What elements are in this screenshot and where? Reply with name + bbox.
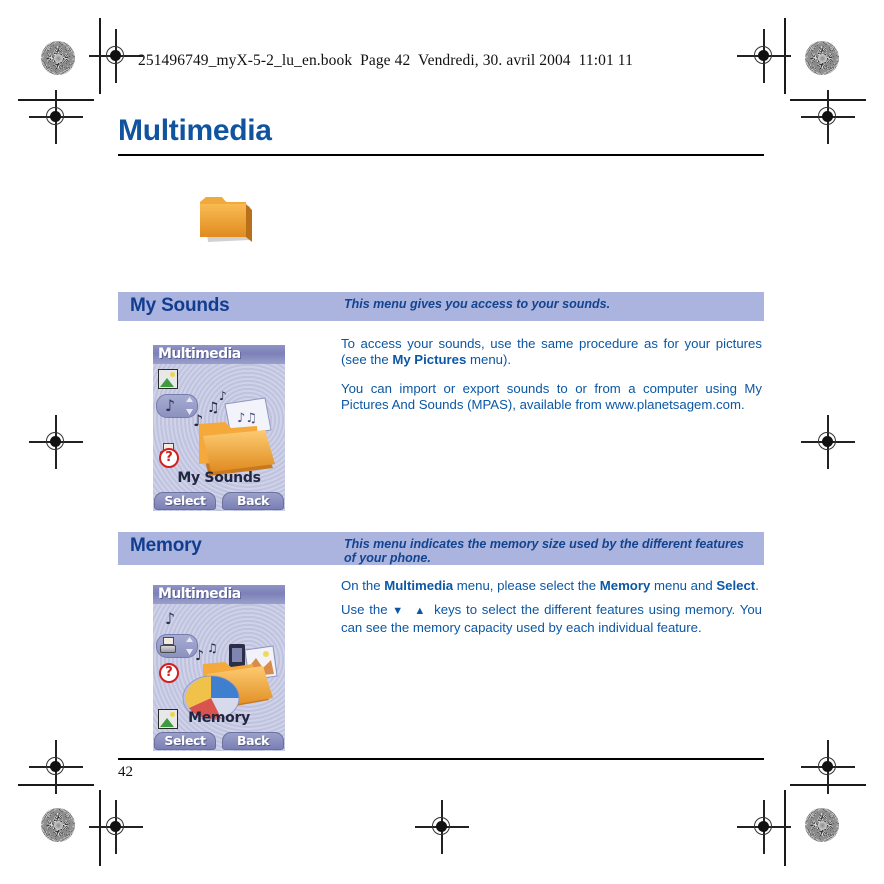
color-rosette-icon bbox=[41, 808, 75, 842]
paragraph: To access your sounds, use the same proc… bbox=[341, 336, 762, 369]
registration-target-icon bbox=[801, 415, 855, 469]
section-header-my-sounds: My Sounds This menu gives you access to … bbox=[118, 292, 764, 321]
printer-icon bbox=[159, 637, 179, 657]
phone-icon-rail: ♪ ? bbox=[156, 607, 200, 729]
text-run: You can import or export sounds to or fr… bbox=[341, 380, 762, 412]
text-run-bold: Select bbox=[716, 578, 756, 593]
svg-text:♫: ♫ bbox=[207, 641, 218, 655]
phone-screenshot-my-sounds: Multimedia ♪♫ ♪ ♫ ♪ ♪ ? My Sounds Select… bbox=[153, 345, 285, 511]
registration-target-icon bbox=[29, 740, 83, 794]
text-run: Use the bbox=[341, 602, 393, 618]
rail-scroll-arrows-icon bbox=[186, 637, 193, 655]
registration-target-icon bbox=[737, 29, 791, 83]
registration-target-icon bbox=[29, 90, 83, 144]
softkey-select[interactable]: Select bbox=[154, 732, 216, 750]
registration-target-icon bbox=[801, 740, 855, 794]
section-description: This menu indicates the memory size used… bbox=[344, 537, 744, 565]
svg-text:♪♫: ♪♫ bbox=[237, 411, 257, 426]
registration-target-icon bbox=[29, 415, 83, 469]
memory-artwork: ♪ ♫ bbox=[182, 641, 278, 721]
book-header-line: 251496749_myX-5-2_lu_en.book Page 42 Ven… bbox=[138, 52, 633, 69]
registration-target-icon bbox=[415, 800, 469, 854]
paragraph: On the Multimedia menu, please select th… bbox=[341, 578, 762, 594]
navigation-arrow-keys-icon: ▼ ▲ bbox=[392, 605, 430, 618]
text-run: menu, please select the bbox=[453, 578, 600, 593]
page-number: 42 bbox=[118, 764, 133, 780]
svg-text:♪: ♪ bbox=[219, 389, 227, 403]
text-run-bold: Multimedia bbox=[384, 578, 454, 593]
rail-scroll-arrows-icon bbox=[186, 397, 193, 415]
color-rosette-icon bbox=[805, 808, 839, 842]
section-body-memory: On the Multimedia menu, please select th… bbox=[341, 578, 762, 636]
registration-target-icon bbox=[737, 800, 791, 854]
phone-icon-rail: ♪ ? bbox=[156, 367, 200, 468]
registration-target-icon bbox=[801, 90, 855, 144]
phone-softkey-bar: Select Back bbox=[153, 492, 285, 510]
crop-line-bottom-right-v bbox=[784, 790, 786, 866]
section-header-memory: Memory This menu indicates the memory si… bbox=[118, 532, 764, 565]
section-title: My Sounds bbox=[130, 295, 230, 316]
music-note-icon: ♪ bbox=[164, 609, 176, 628]
softkey-back[interactable]: Back bbox=[222, 732, 284, 750]
sounds-folder-artwork: ♪♫ ♪ ♫ ♪ bbox=[193, 389, 275, 476]
color-rosette-icon bbox=[41, 41, 75, 75]
section-title: Memory bbox=[130, 535, 202, 556]
color-rosette-icon bbox=[805, 41, 839, 75]
folder-icon bbox=[190, 190, 262, 246]
footer-divider bbox=[118, 758, 764, 760]
title-divider bbox=[118, 154, 764, 156]
help-icon: ? bbox=[159, 663, 179, 683]
text-run: menu and bbox=[650, 578, 717, 593]
text-run: . bbox=[755, 578, 759, 593]
text-run: On the bbox=[341, 578, 385, 593]
phone-screen-canvas: ♪ ♫ ♪ ? Memory Select Back bbox=[153, 604, 285, 751]
softkey-back[interactable]: Back bbox=[222, 492, 284, 510]
softkey-select[interactable]: Select bbox=[154, 492, 216, 510]
section-body-my-sounds: To access your sounds, use the same proc… bbox=[341, 336, 762, 413]
paragraph: You can import or export sounds to or fr… bbox=[341, 381, 762, 414]
picture-icon bbox=[158, 369, 178, 389]
registration-target-icon bbox=[89, 29, 143, 83]
phone-softkey-bar: Select Back bbox=[153, 732, 285, 750]
document-page: 251496749_myX-5-2_lu_en.book Page 42 Ven… bbox=[0, 0, 884, 884]
phone-screen-canvas: ♪♫ ♪ ♫ ♪ ♪ ? My Sounds Select Back bbox=[153, 364, 285, 511]
text-run-bold: My Pictures bbox=[392, 352, 467, 368]
svg-text:♫: ♫ bbox=[207, 400, 220, 416]
phone-title-label: Multimedia bbox=[158, 586, 241, 602]
help-icon: ? bbox=[159, 448, 179, 468]
phone-title-label: Multimedia bbox=[158, 346, 241, 362]
phone-current-item-label: Memory bbox=[188, 710, 250, 726]
page-title: Multimedia bbox=[118, 114, 272, 147]
phone-screenshot-memory: Multimedia ♪ ♫ ♪ ? Memory Select Back bbox=[153, 585, 285, 751]
registration-target-icon bbox=[89, 800, 143, 854]
text-run: menu). bbox=[466, 352, 512, 368]
paragraph: Use the ▼ ▲ keys to select the different… bbox=[341, 602, 762, 636]
phone-current-item-label: My Sounds bbox=[177, 470, 261, 486]
music-note-icon: ♪ bbox=[164, 396, 176, 415]
section-description: This menu gives you access to your sound… bbox=[344, 297, 611, 311]
text-run-bold: Memory bbox=[599, 578, 651, 593]
